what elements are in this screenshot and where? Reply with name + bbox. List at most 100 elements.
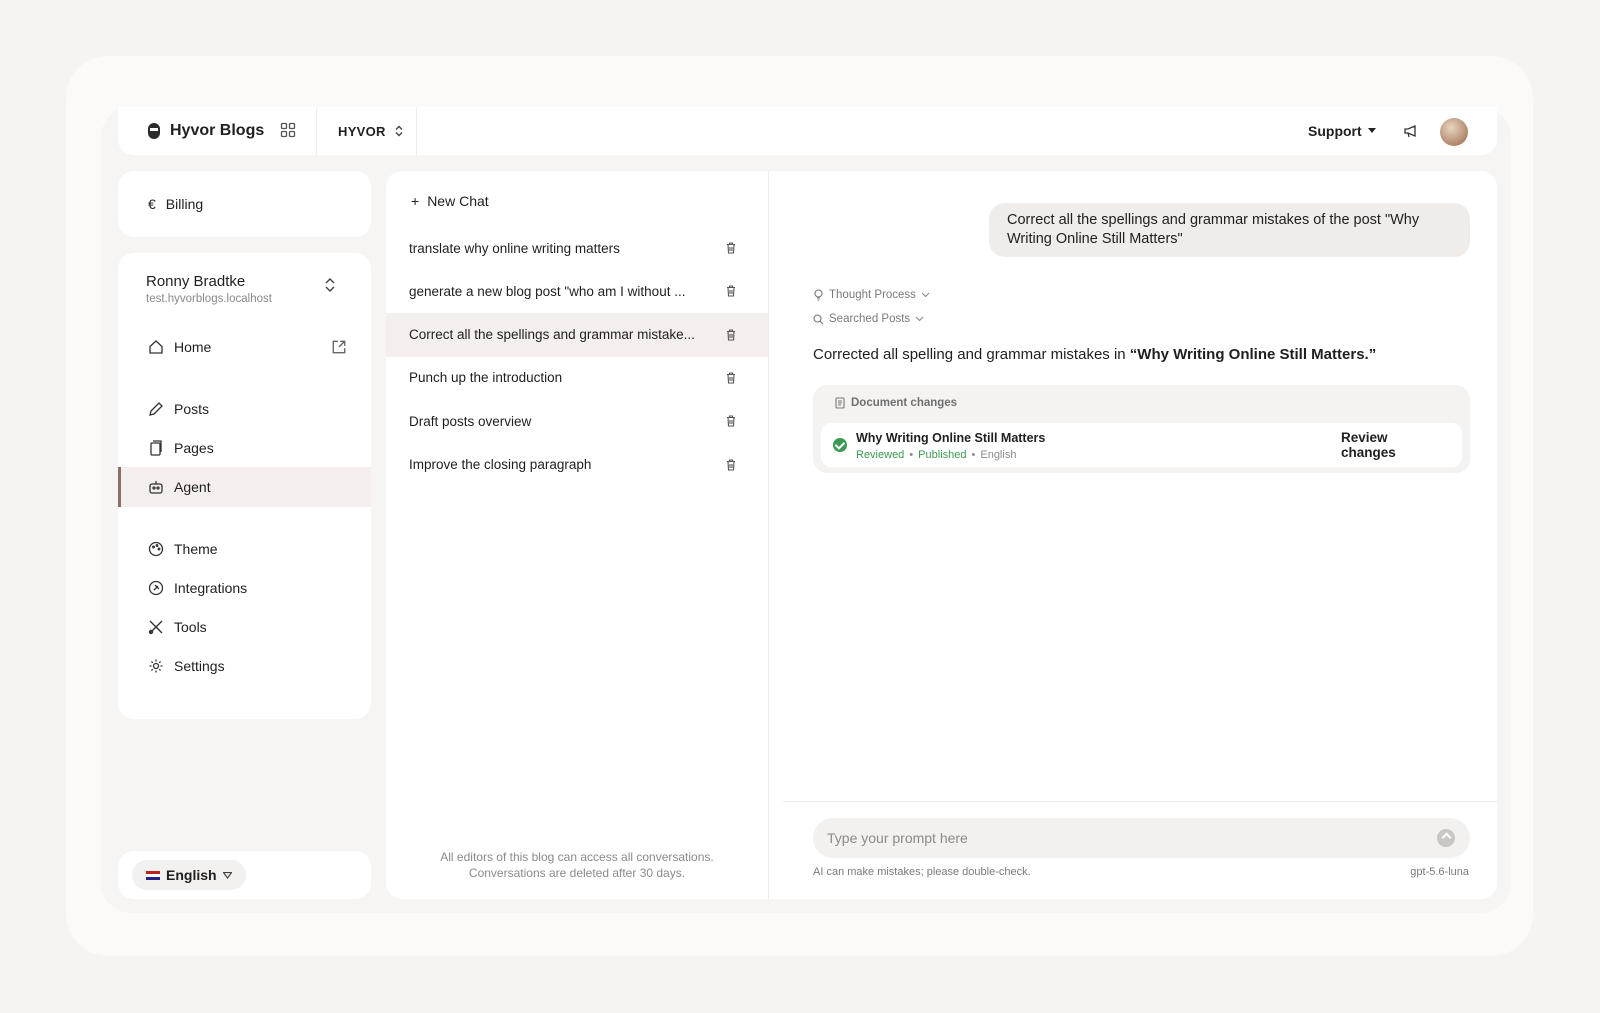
sidebar-item-label: Posts <box>174 401 210 417</box>
megaphone-icon[interactable] <box>1403 123 1419 139</box>
new-chat-button[interactable]: + New Chat <box>411 193 489 209</box>
chat-retention-note: All editors of this blog can access all … <box>386 849 768 881</box>
check-circle-icon <box>833 438 847 452</box>
document-changes-header: Document changes <box>835 397 957 409</box>
trash-icon[interactable] <box>726 242 736 254</box>
conversation-title: translate why online writing matters <box>409 240 620 256</box>
apps-grid-icon[interactable] <box>280 122 296 138</box>
caret-down-icon <box>1367 128 1376 133</box>
sidebar-item-label: Pages <box>174 440 214 456</box>
status-published: Published <box>918 449 967 461</box>
sidebar-item-home[interactable]: Home <box>118 327 371 367</box>
chevron-updown-icon <box>395 125 403 137</box>
conversation-item[interactable]: Punch up the introduction <box>386 356 768 400</box>
user-message: Correct all the spellings and grammar mi… <box>989 203 1470 257</box>
trash-icon[interactable] <box>726 329 736 341</box>
trash-icon[interactable] <box>726 458 736 471</box>
pages-icon <box>150 440 162 456</box>
send-button[interactable] <box>1437 829 1455 847</box>
thought-process-toggle[interactable]: Thought Process <box>813 289 930 301</box>
sidebar-item-label: Settings <box>174 658 225 674</box>
divider <box>316 107 317 155</box>
external-link-icon[interactable] <box>331 339 347 355</box>
support-label: Support <box>1308 123 1362 139</box>
sidebar-item-agent[interactable]: Agent <box>118 467 371 507</box>
prompt-input[interactable] <box>813 818 1470 858</box>
blog-subdomain: test.hyvorblogs.localhost <box>146 293 272 305</box>
language-label: English <box>166 867 217 883</box>
chevron-down-icon <box>915 316 924 322</box>
sidebar-item-label: Tools <box>174 619 207 635</box>
agent-answer: Corrected all spelling and grammar mista… <box>813 346 1376 363</box>
thought-process-label: Thought Process <box>829 289 916 301</box>
user-avatar[interactable] <box>1440 118 1468 146</box>
pencil-icon <box>149 402 163 416</box>
org-switcher[interactable]: HYVOR <box>338 107 404 155</box>
billing-link[interactable]: € Billing <box>148 171 203 237</box>
conversation-item[interactable]: Draft posts overview <box>386 399 768 443</box>
note-line: All editors of this blog can access all … <box>440 850 714 864</box>
document-change-row: Why Writing Online Still Matters Reviewe… <box>821 423 1462 467</box>
conversation-title: Punch up the introduction <box>409 370 563 386</box>
sidebar-item-label: Integrations <box>174 580 248 596</box>
sidebar-item-tools[interactable]: Tools <box>118 607 371 647</box>
sidebar-item-label: Agent <box>174 479 211 495</box>
billing-card: € Billing <box>118 171 371 237</box>
trash-icon[interactable] <box>726 285 736 297</box>
language-selector[interactable]: English <box>132 860 246 890</box>
sidebar-item-posts[interactable]: Posts <box>118 389 371 429</box>
sidebar-item-label: Home <box>174 339 212 355</box>
tools-icon <box>148 620 163 635</box>
conversation-panel: Correct all the spellings and grammar mi… <box>768 171 1498 899</box>
conversation-item[interactable]: Correct all the spellings and grammar mi… <box>386 312 768 357</box>
home-icon <box>149 340 163 354</box>
sidebar: Ronny Bradtke test.hyvorblogs.localhost … <box>118 253 371 719</box>
trash-icon[interactable] <box>726 372 736 384</box>
plug-icon <box>148 580 164 596</box>
divider <box>783 801 1498 802</box>
document-language: English <box>980 449 1017 461</box>
support-menu[interactable]: Support <box>1308 107 1376 155</box>
sidebar-item-theme[interactable]: Theme <box>118 529 371 569</box>
chevron-down-icon <box>921 292 930 298</box>
user-name: Ronny Bradtke <box>146 273 246 290</box>
separator-dot: • <box>909 449 914 461</box>
review-changes-button[interactable]: Review changes <box>1325 430 1462 460</box>
document-changes-label: Document changes <box>851 397 958 409</box>
conversation-title: Correct all the spellings and grammar mi… <box>409 327 695 343</box>
hyvor-logo-icon <box>148 123 160 139</box>
chevron-updown-icon[interactable] <box>323 275 337 295</box>
searched-posts-label: Searched Posts <box>829 313 911 325</box>
sidebar-item-label: Theme <box>174 541 218 557</box>
document-changes: Document changes Why Writing Online Stil… <box>813 385 1470 473</box>
divider <box>416 107 417 155</box>
note-line: Conversations are deleted after 30 days. <box>468 866 686 880</box>
gear-icon <box>149 659 163 673</box>
conversation-title: Improve the closing paragraph <box>409 457 592 472</box>
trash-icon[interactable] <box>726 415 736 427</box>
ai-disclaimer: AI can make mistakes; please double-chec… <box>813 866 1031 878</box>
app-name: Hyvor Blogs <box>170 122 265 139</box>
top-bar: Hyvor Blogs HYVOR Support <box>118 107 1497 155</box>
document-title: Why Writing Online Still Matters <box>856 431 1046 445</box>
sidebar-item-pages[interactable]: Pages <box>118 428 371 468</box>
conversation-title: Draft posts overview <box>409 413 532 429</box>
euro-icon: € <box>148 196 156 212</box>
org-name: HYVOR <box>338 123 386 139</box>
brand[interactable]: Hyvor Blogs <box>146 107 264 155</box>
robot-icon <box>149 481 163 494</box>
document-status: Reviewed • Published • English <box>856 449 1016 461</box>
conversation-item[interactable]: generate a new blog post "who am I witho… <box>386 269 768 313</box>
model-name: gpt-5.6-luna <box>1410 866 1469 878</box>
language-card: English <box>118 851 371 899</box>
billing-label: Billing <box>165 196 204 212</box>
sidebar-item-integrations[interactable]: Integrations <box>118 568 371 608</box>
searched-posts-toggle[interactable]: Searched Posts <box>813 313 924 325</box>
conversation-item[interactable]: Improve the closing paragraph <box>386 443 768 487</box>
chat-list-panel: + New Chat translate why online writing … <box>386 171 768 899</box>
lightbulb-icon <box>814 289 823 301</box>
conversation-item[interactable]: translate why online writing matters <box>386 226 768 270</box>
status-reviewed: Reviewed <box>856 449 905 461</box>
plus-icon: + <box>411 193 420 209</box>
sidebar-item-settings[interactable]: Settings <box>118 646 371 686</box>
